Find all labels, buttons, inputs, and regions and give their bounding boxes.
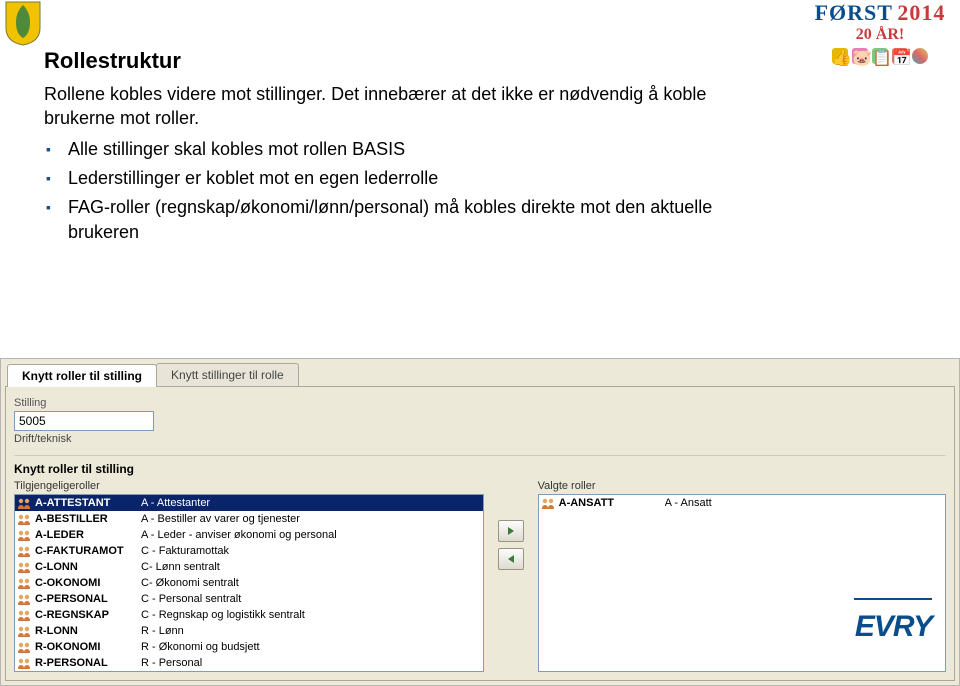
bullet-list: Alle stillinger skal kobles mot rollen B… bbox=[44, 137, 724, 246]
role-icon bbox=[17, 593, 31, 605]
stilling-input[interactable] bbox=[14, 411, 154, 431]
role-row[interactable]: R-LONN R - Lønn bbox=[15, 623, 483, 639]
forst-sub: 20 ÅR! bbox=[810, 26, 950, 44]
role-code: A-ANSATT bbox=[559, 497, 661, 509]
role-row[interactable]: A-BESTILLER A - Bestiller av varer og tje… bbox=[15, 511, 483, 527]
role-row[interactable]: A-LEDER A - Leder - anviser økonomi og pe… bbox=[15, 527, 483, 543]
page-title: Rollestruktur bbox=[44, 48, 724, 74]
role-code: C-REGNSKAP bbox=[35, 609, 137, 621]
selected-roles-label: Valgte roller bbox=[538, 480, 946, 492]
tab-bar: Knytt roller til stilling Knytt stilling… bbox=[1, 359, 959, 386]
role-code: R-PERSONAL bbox=[35, 657, 137, 669]
role-row[interactable]: C-LONN C- Lønn sentralt bbox=[15, 559, 483, 575]
move-right-button[interactable] bbox=[498, 520, 524, 542]
forst-mini-icons: 👍 🐷 📋 📅 bbox=[810, 48, 950, 64]
role-desc: A - Ansatt bbox=[665, 497, 943, 509]
role-desc: R - Personal bbox=[141, 657, 481, 669]
intro-text: Rollene kobles videre mot stillinger. De… bbox=[44, 82, 724, 131]
role-desc: R - Lønn bbox=[141, 625, 481, 637]
role-row[interactable]: C-FAKTURAMOT C - Fakturamottak bbox=[15, 543, 483, 559]
role-icon bbox=[541, 497, 555, 509]
forst-year: 2014 bbox=[897, 0, 945, 25]
stilling-subtext: Drift/teknisk bbox=[14, 433, 946, 445]
bullet-item: FAG-roller (regnskap/økonomi/lønn/person… bbox=[68, 195, 724, 245]
role-desc: A - Attestanter bbox=[141, 497, 481, 509]
role-icon bbox=[17, 529, 31, 541]
stilling-label: Stilling bbox=[14, 397, 946, 409]
role-icon bbox=[17, 577, 31, 589]
role-desc: C- Lønn sentralt bbox=[141, 561, 481, 573]
role-code: C-PERSONAL bbox=[35, 593, 137, 605]
forst-logo: FØRST 2014 20 ÅR! 👍 🐷 📋 📅 bbox=[810, 0, 950, 64]
role-desc: C- Økonomi sentralt bbox=[141, 577, 481, 589]
role-icon bbox=[17, 657, 31, 669]
role-icon bbox=[17, 641, 31, 653]
tab-knytt-roller[interactable]: Knytt roller til stilling bbox=[7, 364, 157, 387]
role-row[interactable]: R-PERSONAL R - Personal bbox=[15, 655, 483, 671]
role-desc: C - Regnskap og logistikk sentralt bbox=[141, 609, 481, 621]
role-code: C-FAKTURAMOT bbox=[35, 545, 137, 557]
app-window: Knytt roller til stilling Knytt stilling… bbox=[0, 358, 960, 686]
available-roles-list[interactable]: A-ATTESTANT A - Attestanter A-BESTILLER A -… bbox=[14, 494, 484, 672]
municipality-shield-icon bbox=[4, 0, 42, 46]
evry-text: EVRY bbox=[854, 610, 932, 644]
role-row[interactable]: R-OKONOMI R - Økonomi og budsjett bbox=[15, 639, 483, 655]
role-icon bbox=[17, 545, 31, 557]
role-row[interactable]: C-PERSONAL C - Personal sentralt bbox=[15, 591, 483, 607]
bullet-item: Lederstillinger er koblet mot en egen le… bbox=[68, 166, 724, 191]
role-row[interactable]: A-ATTESTANT A - Attestanter bbox=[15, 495, 483, 511]
available-roles-label: Tilgjengeligeroller bbox=[14, 480, 484, 492]
role-row[interactable]: C-REGNSKAP C - Regnskap og logistikk sent… bbox=[15, 607, 483, 623]
section-label: Knytt roller til stilling bbox=[14, 455, 946, 476]
role-row[interactable]: C-OKONOMI C- Økonomi sentralt bbox=[15, 575, 483, 591]
role-code: R-LONN bbox=[35, 625, 137, 637]
role-desc: R - Økonomi og budsjett bbox=[141, 641, 481, 653]
role-code: C-OKONOMI bbox=[35, 577, 137, 589]
role-desc: A - Leder - anviser økonomi og personal bbox=[141, 529, 481, 541]
forst-label: FØRST bbox=[815, 0, 893, 25]
role-code: R-OKONOMI bbox=[35, 641, 137, 653]
role-desc: C - Personal sentralt bbox=[141, 593, 481, 605]
role-row[interactable]: A-ANSATT A - Ansatt bbox=[539, 495, 945, 511]
role-code: A-ATTESTANT bbox=[35, 497, 137, 509]
role-icon bbox=[17, 609, 31, 621]
move-left-button[interactable] bbox=[498, 548, 524, 570]
evry-logo: EVRY bbox=[854, 598, 932, 644]
bullet-item: Alle stillinger skal kobles mot rollen B… bbox=[68, 137, 724, 162]
role-code: A-BESTILLER bbox=[35, 513, 137, 525]
selected-roles-list[interactable]: A-ANSATT A - Ansatt bbox=[538, 494, 946, 672]
role-icon bbox=[17, 497, 31, 509]
role-icon bbox=[17, 561, 31, 573]
role-code: A-LEDER bbox=[35, 529, 137, 541]
tab-knytt-stillinger[interactable]: Knytt stillinger til rolle bbox=[156, 363, 299, 386]
role-icon bbox=[17, 513, 31, 525]
role-desc: A - Bestiller av varer og tjenester bbox=[141, 513, 481, 525]
role-desc: C - Fakturamottak bbox=[141, 545, 481, 557]
role-code: C-LONN bbox=[35, 561, 137, 573]
role-icon bbox=[17, 625, 31, 637]
